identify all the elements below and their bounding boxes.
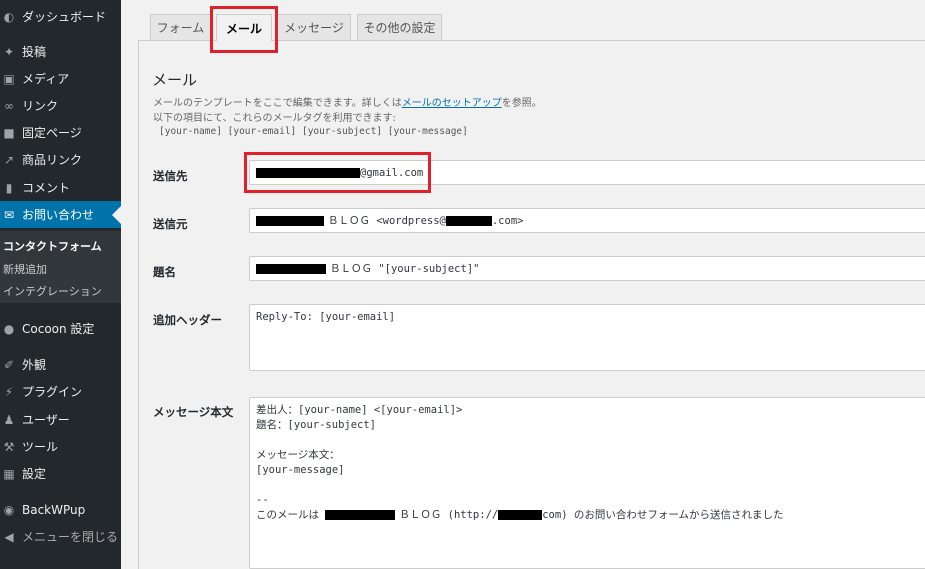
dashboard-icon: ◐ — [3, 9, 15, 24]
body-text: ＢＬＯＧ (http:// — [399, 509, 499, 521]
wrench-icon: ⚒ — [3, 439, 15, 454]
redacted-block — [498, 510, 543, 520]
menu-tools[interactable]: ⚒ ツール — [0, 433, 121, 460]
menu-dashboard[interactable]: ◐ ダッシュボード — [0, 3, 121, 30]
body-blank-line — [256, 478, 922, 493]
body-blank-line — [256, 433, 922, 448]
desc-text: メールのテンプレートをここで編集できます。詳しくは — [153, 98, 402, 109]
from-label: 送信元 — [153, 217, 188, 231]
body-text: com) のお問い合わせフォームから送信されました — [542, 509, 784, 521]
menu-label: コメント — [22, 181, 71, 195]
to-label: 送信先 — [153, 169, 188, 183]
menu-label: お問い合わせ — [22, 208, 95, 222]
user-icon: ♟ — [3, 412, 15, 427]
pin-icon: ✦ — [3, 44, 15, 59]
link-icon: ∞ — [4, 98, 14, 113]
menu-label: ユーザー — [22, 413, 70, 427]
brush-icon: ✐ — [3, 357, 15, 372]
menu-label: 外観 — [22, 358, 47, 372]
share-icon: ↗ — [3, 152, 15, 167]
subject-value: ＢＬＯＧ "[your-subject]" — [330, 263, 480, 275]
body-text: このメールは — [256, 509, 326, 521]
menu-appearance[interactable]: ✐ 外観 — [0, 351, 121, 378]
menu-posts[interactable]: ✦ 投稿 — [0, 38, 121, 65]
admin-sidebar: ◐ ダッシュボード ✦ 投稿 ▣ メディア ∞ リンク ■ 固定ページ ↗ 商品… — [0, 0, 121, 569]
menu-label: BackWPup — [22, 502, 86, 517]
from-value-mid: ＢＬＯＧ <wordpress@ — [328, 215, 446, 227]
menu-label: メニューを閉じる — [22, 530, 119, 544]
media-icon: ▣ — [3, 71, 15, 86]
desc-text: を参照。 — [501, 98, 542, 109]
menu-settings[interactable]: ▦ 設定 — [0, 460, 121, 487]
plugin-icon: ⚡ — [4, 384, 14, 399]
section-title: メール — [152, 71, 198, 89]
headers-textarea[interactable]: Reply-To: [your-email] — [249, 304, 925, 371]
menu-links[interactable]: ∞ リンク — [0, 92, 121, 119]
mail-tags: [your-name] [your-email] [your-subject] … — [159, 126, 468, 137]
body-line-footer: このメールは ＢＬＯＧ (http:// com) のお問い合わせフォームから送信… — [256, 508, 922, 523]
menu-comments[interactable]: ▮ コメント — [0, 174, 121, 201]
body-line: [your-message] — [256, 464, 345, 476]
menu-label: 固定ページ — [22, 126, 82, 140]
menu-users[interactable]: ♟ ユーザー — [0, 406, 121, 433]
menu-cocoon-settings[interactable]: ● Cocoon 設定 — [0, 315, 121, 342]
subject-label: 題名 — [153, 265, 176, 279]
menu-collapse[interactable]: ◀ メニューを閉じる — [0, 523, 121, 550]
body-textarea[interactable]: 差出人：[your-name] <[your-email]> 題名：[your-… — [249, 397, 925, 569]
backwpup-icon: ◉ — [3, 502, 15, 517]
highlight-mail-tab — [210, 6, 278, 53]
menu-label: プラグイン — [22, 385, 83, 399]
headers-label: 追加ヘッダー — [153, 313, 222, 327]
redacted-block — [325, 510, 396, 520]
redacted-block — [445, 215, 492, 226]
menu-media[interactable]: ▣ メディア — [0, 65, 121, 92]
menu-product-links[interactable]: ↗ 商品リンク — [0, 146, 121, 173]
highlight-to-field — [244, 152, 431, 193]
description-line-1: メールのテンプレートをここで編集できます。詳しくはメールのセットアップを参照。 — [153, 94, 542, 109]
subject-field[interactable]: ＢＬＯＧ "[your-subject]" — [249, 256, 925, 281]
comment-icon: ▮ — [5, 180, 13, 195]
redacted-block — [256, 215, 324, 226]
collapse-icon: ◀ — [4, 529, 14, 544]
body-label: メッセージ本文 — [153, 405, 234, 419]
tab-other-settings[interactable]: その他の設定 — [357, 14, 442, 40]
menu-pages[interactable]: ■ 固定ページ — [0, 119, 121, 146]
settings-icon: ▦ — [3, 466, 15, 481]
mail-icon: ✉ — [3, 207, 15, 222]
headers-value: Reply-To: [your-email] — [256, 311, 396, 323]
body-line: 題名：[your-subject] — [256, 419, 377, 431]
page-icon: ■ — [3, 125, 15, 140]
description-line-2: 以下の項目にて、これらのメールタグを利用できます: — [153, 113, 396, 124]
submenu-contact-form[interactable]: コンタクトフォーム — [3, 238, 102, 254]
redacted-block — [256, 263, 326, 274]
submenu-add-new[interactable]: 新規追加 — [3, 261, 47, 277]
menu-label: ダッシュボード — [22, 10, 107, 24]
menu-label: メディア — [22, 72, 70, 86]
body-line: メッセージ本文： — [256, 449, 340, 461]
menu-label: 商品リンク — [22, 153, 83, 167]
from-field[interactable]: ＢＬＯＧ <wordpress@ .com> — [249, 208, 925, 233]
menu-label: ツール — [22, 440, 59, 454]
cocoon-icon: ● — [3, 321, 15, 336]
mail-setup-link[interactable]: メールのセットアップ — [402, 98, 502, 109]
submenu-integration[interactable]: インテグレーション — [3, 283, 102, 299]
body-line: -- — [256, 494, 269, 506]
menu-label: Cocoon 設定 — [22, 322, 95, 336]
tab-form[interactable]: フォーム — [150, 14, 211, 40]
menu-label: リンク — [22, 99, 59, 113]
from-value-end: .com> — [491, 214, 524, 227]
active-menu-arrow — [112, 206, 121, 224]
menu-label: 投稿 — [22, 45, 47, 59]
menu-label: 設定 — [22, 467, 47, 481]
body-line: 差出人：[your-name] <[your-email]> — [256, 404, 463, 416]
menu-plugins[interactable]: ⚡ プラグイン — [0, 378, 121, 405]
menu-backwpup[interactable]: ◉ BackWPup — [0, 496, 121, 523]
tab-messages[interactable]: メッセージ — [277, 14, 351, 40]
menu-contact[interactable]: ✉ お問い合わせ — [0, 201, 121, 228]
